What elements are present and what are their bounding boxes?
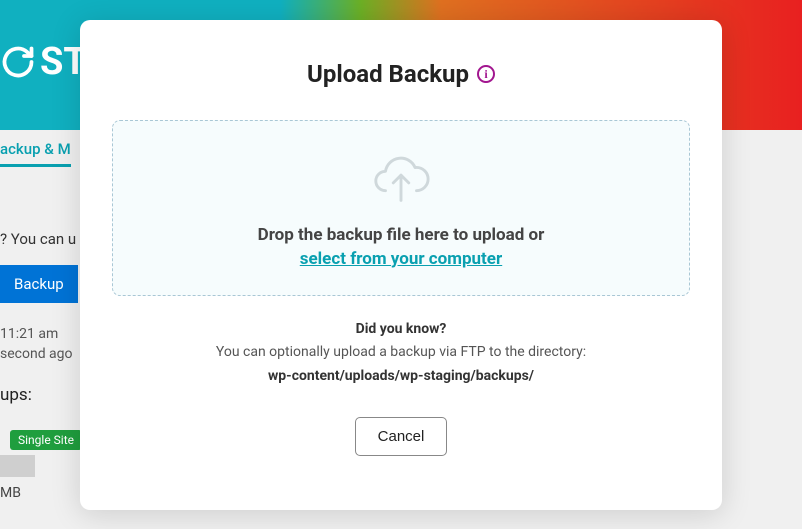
info-icon[interactable]: i (477, 65, 495, 83)
single-site-badge: Single Site (10, 430, 82, 450)
tab-backup-migration[interactable]: ackup & M (0, 140, 71, 167)
bg-text: ? You can u (0, 230, 76, 248)
modal-title: Upload Backup (307, 60, 469, 88)
tip-path: wp-content/uploads/wp-staging/backups/ (216, 365, 586, 389)
file-dropzone[interactable]: Drop the backup file here to upload or s… (112, 120, 690, 296)
upload-backup-modal: Upload Backup i Drop the backup file her… (80, 20, 722, 510)
cloud-upload-icon (370, 151, 432, 209)
refresh-icon (0, 44, 36, 80)
select-from-computer-link[interactable]: select from your computer (300, 249, 502, 269)
cancel-button[interactable]: Cancel (355, 417, 448, 456)
bg-placeholder (0, 455, 35, 477)
tip-title: Did you know? (216, 318, 586, 342)
tip-text: You can optionally upload a backup via F… (216, 341, 586, 365)
size-label: MB (0, 485, 21, 501)
tip-block: Did you know? You can optionally upload … (216, 318, 586, 389)
backup-button[interactable]: Backup (0, 265, 78, 303)
drop-text: Drop the backup file here to upload or (133, 223, 669, 249)
backups-label: ups: (0, 385, 32, 405)
timestamp: 11:21 am second ago (0, 325, 73, 364)
modal-title-row: Upload Backup i (307, 60, 495, 88)
